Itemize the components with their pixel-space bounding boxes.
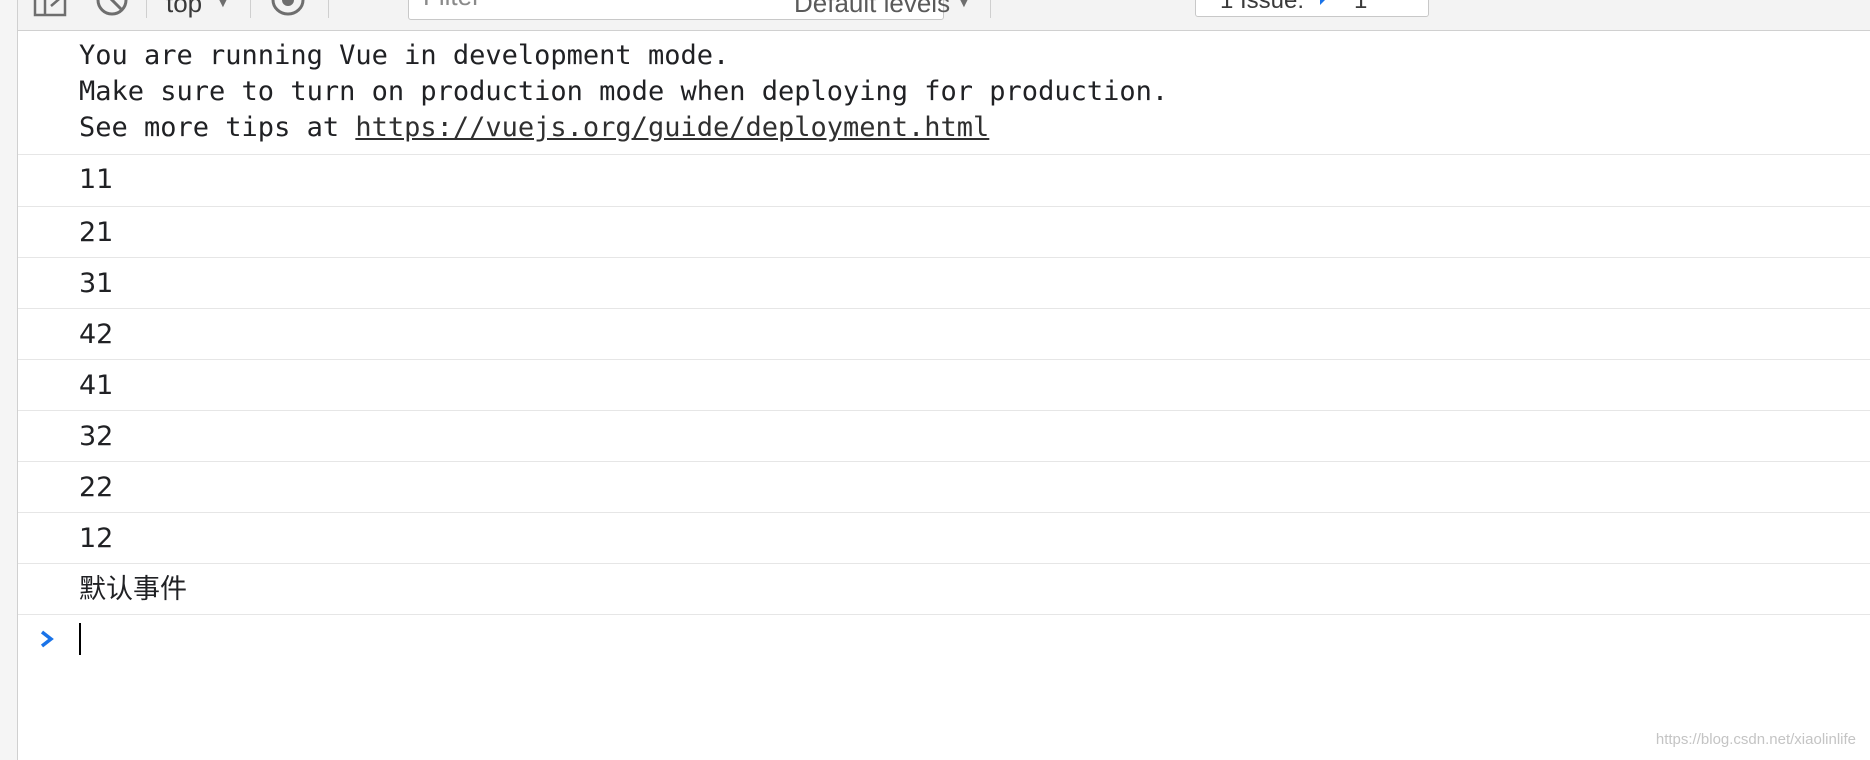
- deployment-guide-link[interactable]: https://vuejs.org/guide/deployment.html: [355, 112, 989, 143]
- issues-label: 1 Issue:: [1220, 0, 1305, 14]
- show-sidebar-icon[interactable]: [32, 0, 68, 18]
- issues-button[interactable]: 1 Issue: 1: [1195, 0, 1429, 17]
- toolbar-divider: [990, 0, 991, 18]
- vue-dev-mode-message: You are running Vue in development mode.…: [18, 31, 1870, 155]
- log-levels-dropdown[interactable]: Default levels: [794, 0, 950, 19]
- log-entry: 21: [18, 207, 1870, 258]
- toolbar-divider: [328, 0, 329, 18]
- chevron-right-icon: [37, 628, 57, 650]
- context-selector[interactable]: top: [166, 0, 202, 19]
- log-entry: 42: [18, 309, 1870, 360]
- log-entry: 32: [18, 411, 1870, 462]
- console-output: You are running Vue in development mode.…: [18, 31, 1870, 665]
- text-cursor: [79, 623, 81, 655]
- toolbar-divider: [250, 0, 251, 18]
- log-entry: 41: [18, 360, 1870, 411]
- log-entry: 31: [18, 258, 1870, 309]
- message-text: See more tips at: [79, 112, 356, 143]
- clear-console-icon[interactable]: [94, 0, 130, 18]
- log-entry: 11: [18, 155, 1870, 207]
- log-entry: 默认事件: [18, 564, 1870, 615]
- live-expression-eye-icon[interactable]: [270, 0, 306, 18]
- console-prompt[interactable]: [18, 615, 1870, 665]
- console-toolbar: top ▼ Filter Default levels ▼ 1 Issue: 1: [18, 0, 1870, 31]
- issues-count: 1: [1354, 0, 1368, 14]
- left-panel-edge: [0, 0, 18, 760]
- watermark: https://blog.csdn.net/xiaolinlife: [1655, 731, 1856, 748]
- message-line: You are running Vue in development mode.: [79, 40, 730, 71]
- issue-message-icon: [1316, 0, 1344, 7]
- context-dropdown-caret-icon[interactable]: ▼: [216, 0, 230, 10]
- filter-placeholder: Filter: [423, 0, 481, 12]
- log-entry: 12: [18, 513, 1870, 564]
- message-line: Make sure to turn on production mode whe…: [79, 76, 1169, 107]
- message-line: See more tips at https://vuejs.org/guide…: [79, 110, 1870, 146]
- log-levels-caret-icon[interactable]: ▼: [957, 0, 971, 10]
- log-entry: 22: [18, 462, 1870, 513]
- toolbar-divider: [146, 0, 147, 18]
